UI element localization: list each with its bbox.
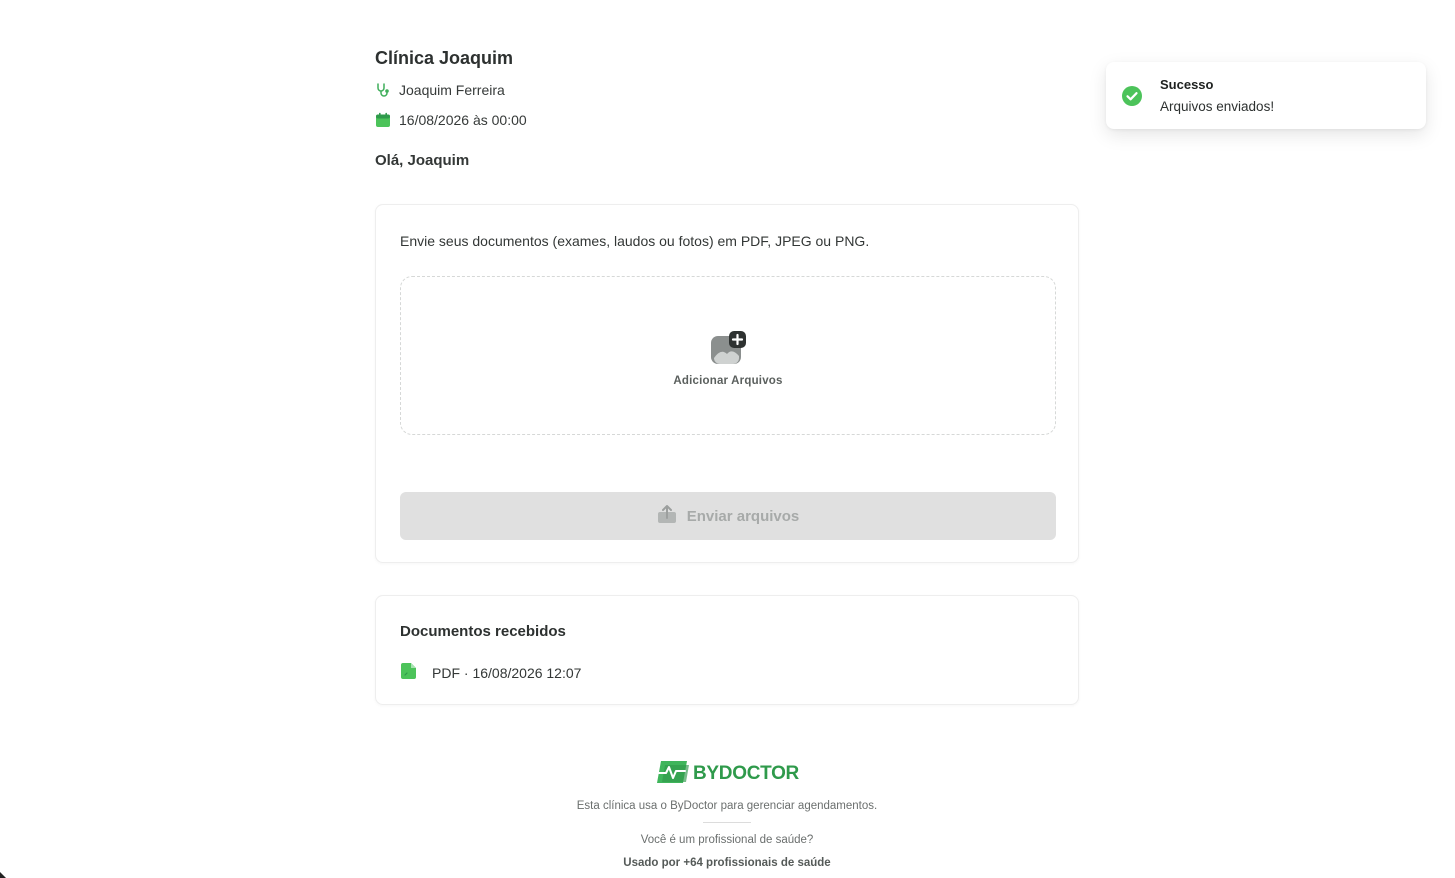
success-toast[interactable]: Sucesso Arquivos enviados! (1106, 62, 1426, 129)
toast-title: Sucesso (1160, 77, 1214, 92)
received-documents-title: Documentos recebidos (400, 623, 566, 640)
bydoctor-logo-icon (655, 759, 691, 790)
upload-icon (657, 504, 677, 528)
footer-tagline: Esta clínica usa o ByDoctor para gerenci… (576, 799, 878, 812)
footer: BYDOCTOR Esta clínica usa o ByDoctor par… (375, 760, 1079, 869)
clinic-name: Clínica Joaquim (375, 48, 514, 68)
professional-question-link[interactable]: Você é um profissional de saúde? (375, 834, 1079, 846)
received-documents-card: Documentos recebidos PDF · 16/08/2026 12… (375, 595, 1079, 705)
upload-page: Clínica Joaquim Joaquim Ferreira 16/08/2… (0, 0, 1455, 878)
used-by-text: Usado por +64 profissionais de saúde (623, 856, 831, 869)
stethoscope-icon (375, 82, 391, 98)
send-button-label: Enviar arquivos (686, 507, 800, 525)
appointment-row: 16/08/2026 às 00:00 (375, 112, 527, 128)
check-circle-icon (1122, 86, 1142, 106)
brand-wordmark: BYDOCTOR (693, 763, 799, 784)
toast-message: Arquivos enviados! (1160, 99, 1275, 114)
send-files-button[interactable]: Enviar arquivos (400, 492, 1056, 540)
doctor-name: Joaquim Ferreira (399, 82, 505, 98)
footer-divider (703, 821, 751, 823)
dropzone-label: Adicionar Arquivos (673, 374, 783, 387)
file-dropzone[interactable]: Adicionar Arquivos (400, 276, 1056, 435)
document-label: PDF · 16/08/2026 12:07 (432, 664, 582, 681)
file-icon (400, 662, 418, 683)
bydoctor-logo[interactable]: BYDOCTOR (655, 760, 799, 788)
doctor-row: Joaquim Ferreira (375, 82, 505, 98)
appointment-datetime: 16/08/2026 às 00:00 (399, 112, 527, 128)
document-item[interactable]: PDF · 16/08/2026 12:07 (400, 662, 581, 683)
calendar-icon (375, 112, 391, 128)
greeting: Olá, Joaquim (375, 152, 470, 169)
add-image-icon (710, 330, 746, 367)
upload-card: Envie seus documentos (exames, laudos ou… (375, 204, 1079, 563)
window-corner (0, 872, 6, 878)
upload-description: Envie seus documentos (exames, laudos ou… (400, 233, 870, 249)
